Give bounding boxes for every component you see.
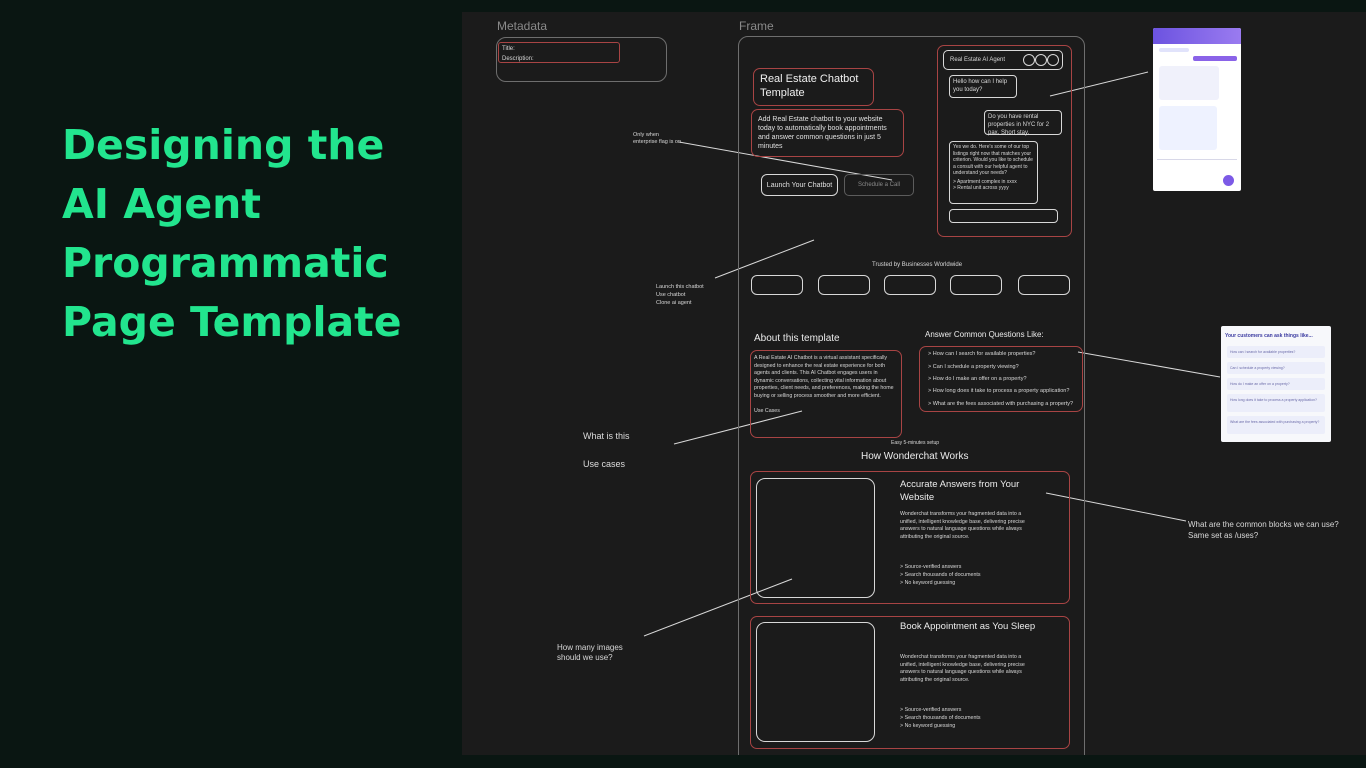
chat-option[interactable]: > Rental unit across yyyy — [950, 185, 1037, 192]
logo-placeholder — [1018, 275, 1070, 295]
hero-description: Add Real Estate chatbot to your website … — [758, 116, 887, 150]
about-use-cases: Use Cases — [754, 407, 780, 414]
question-item: > How can I search for available propert… — [928, 351, 1036, 357]
feature-bullet: > No keyword guessing — [900, 723, 956, 729]
feature-body: Wonderchat transforms your fragmented da… — [900, 511, 1025, 540]
feature-title: Book Appointment as You Sleep — [900, 621, 1036, 632]
chat-bot-bubble: Hello how can I help you today? — [949, 75, 1017, 98]
reference-question-item: How do I make an offer on a property? — [1227, 378, 1325, 390]
feature-bullet: > Search thousands of documents — [900, 572, 981, 578]
annotation-image-count: How many images should we use? — [557, 643, 623, 662]
question-item: > Can I schedule a property viewing? — [928, 364, 1019, 370]
chat-bot-greeting: Hello how can I help you today? — [953, 79, 1008, 93]
questions-block: > How can I search for available propert… — [919, 346, 1083, 412]
reference-question-item: How long does it take to process a prope… — [1227, 394, 1325, 412]
logo-placeholder — [751, 275, 803, 295]
chat-input[interactable] — [949, 209, 1058, 223]
design-canvas: Metadata Title: Description: Frame Real … — [462, 12, 1366, 755]
feature-body: Wonderchat transforms your fragmented da… — [900, 654, 1025, 683]
feature-image-placeholder — [756, 478, 875, 598]
trusted-label: Trusted by Businesses Worldwide — [872, 262, 963, 268]
feature-bullet: > Search thousands of documents — [900, 715, 981, 721]
metadata-label: Metadata — [497, 19, 548, 33]
question-item: > How do I make an offer on a property? — [928, 376, 1027, 382]
reference-question-item: Can I schedule a property viewing? — [1227, 362, 1325, 374]
schedule-call-button[interactable]: Schedule a Call — [844, 174, 914, 196]
page-title: Designing the AI Agent Programmatic Page… — [62, 121, 402, 346]
feature-bullet: > Source-verified answers — [900, 707, 962, 713]
about-heading: About this template — [754, 333, 840, 344]
launch-chatbot-label: Launch Your Chatbot — [766, 181, 833, 189]
annotation-enterprise-flag: Only when enterprise flag is on — [633, 132, 681, 145]
feature-bullet: > Source-verified answers — [900, 564, 962, 570]
hero-description-block: Add Real Estate chatbot to your website … — [751, 109, 904, 157]
logo-placeholder — [818, 275, 870, 295]
chat-bot-reply: Yes we do. Here's some of our top listin… — [953, 144, 1033, 176]
metadata-title-field: Title: — [502, 46, 515, 52]
chat-bot-reply-bubble: Yes we do. Here's some of our top listin… — [949, 141, 1038, 204]
reference-questions-title: Your customers can ask things like... — [1225, 333, 1313, 339]
hero-title-block: Real Estate Chatbot Template — [753, 68, 874, 106]
chat-minimize-icon[interactable] — [1023, 54, 1035, 66]
reference-chat-header — [1153, 28, 1241, 44]
about-body: A Real Estate AI Chatbot is a virtual as… — [754, 355, 894, 399]
reference-question-item: How can I search for available propertie… — [1227, 346, 1325, 358]
reference-question-item: What are the fees associated with purcha… — [1227, 416, 1325, 434]
question-item: > How long does it take to process a pro… — [928, 388, 1070, 394]
logo-placeholder — [950, 275, 1002, 295]
chat-user-bubble: Do you have rental properties in NYC for… — [984, 110, 1062, 136]
about-block: A Real Estate AI Chatbot is a virtual as… — [750, 350, 902, 438]
reference-questions-screenshot: Your customers can ask things like... Ho… — [1221, 326, 1331, 442]
setup-label: Easy 5-minutes setup — [891, 440, 940, 446]
chat-header-title: Real Estate AI Agent — [950, 57, 1006, 63]
logo-placeholder — [884, 275, 936, 295]
send-icon — [1223, 175, 1234, 186]
metadata-fields: Title: Description: — [498, 42, 620, 63]
reference-chat-screenshot — [1153, 28, 1241, 191]
chat-user-message: Do you have rental properties in NYC for… — [988, 114, 1050, 136]
launch-chatbot-button[interactable]: Launch Your Chatbot — [761, 174, 838, 196]
hero-title: Real Estate Chatbot Template — [760, 73, 859, 99]
question-item: > What are the fees associated with purc… — [928, 401, 1074, 407]
chat-close-icon[interactable] — [1047, 54, 1059, 66]
metadata-description-field: Description: — [502, 56, 534, 62]
chat-header: Real Estate AI Agent — [943, 50, 1063, 70]
annotation-common-blocks: What are the common blocks we can use? S… — [1188, 520, 1339, 540]
feature-image-placeholder — [756, 622, 875, 742]
schedule-call-label: Schedule a Call — [857, 182, 901, 188]
annotation-use-cases: Use cases — [583, 459, 626, 469]
annotation-what-is-this: What is this — [583, 431, 630, 441]
frame-label: Frame — [739, 19, 774, 33]
feature-bullet: > No keyword guessing — [900, 580, 956, 586]
chat-expand-icon[interactable] — [1035, 54, 1047, 66]
how-it-works-heading: How Wonderchat Works — [861, 451, 969, 462]
annotation-launch: Launch this chatbot Use chatbot Clone ai… — [656, 284, 704, 306]
feature-title: Accurate Answers from Your Website — [900, 479, 1020, 503]
questions-heading: Answer Common Questions Like: — [925, 330, 1044, 339]
